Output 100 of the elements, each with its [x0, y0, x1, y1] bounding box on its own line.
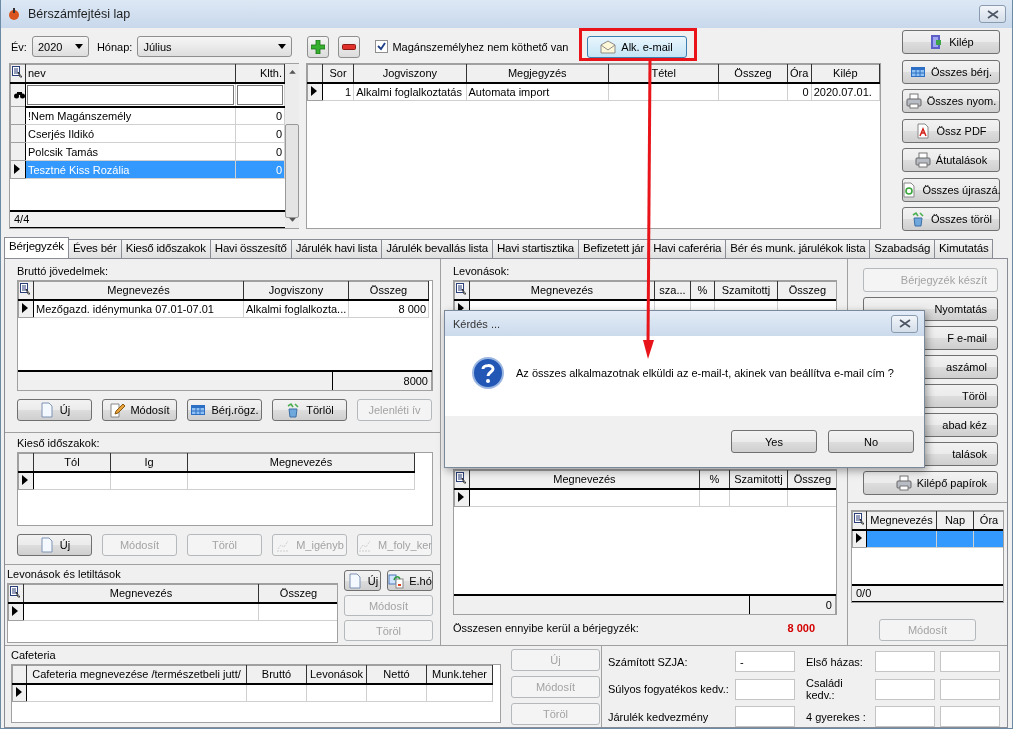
column-header[interactable]: Munk.teher	[426, 665, 493, 684]
column-header[interactable]: Sor	[322, 64, 354, 83]
column-header[interactable]: Megnevezés	[33, 281, 244, 300]
button[interactable]: Összes töröl	[902, 207, 1000, 231]
column-header[interactable]: Kilép	[811, 64, 880, 83]
tab[interactable]: Járulék bevallás lista	[381, 239, 493, 258]
column-header[interactable]: Jogviszony	[243, 281, 349, 300]
input-field[interactable]	[940, 651, 1000, 672]
column-header[interactable]: Szamitottj	[729, 470, 788, 489]
button[interactable]: Bérj.rögz.	[187, 399, 262, 421]
table-cell: Mezőgazd. idénymunka 07.01-07.01	[33, 299, 244, 318]
envelope-icon	[600, 38, 617, 55]
checkbox[interactable]	[375, 40, 389, 53]
input-field[interactable]	[940, 706, 1000, 727]
filter-field[interactable]	[27, 84, 234, 105]
add-button[interactable]	[307, 35, 330, 58]
column-header[interactable]: Nap	[936, 511, 974, 530]
scroll-up-icon[interactable]	[288, 70, 296, 74]
column-header[interactable]: Levonások	[306, 665, 367, 684]
button[interactable]: Yes	[731, 430, 817, 453]
close-button[interactable]	[891, 314, 918, 333]
remove-button[interactable]	[338, 35, 361, 58]
button[interactable]: Új	[17, 534, 92, 556]
button[interactable]: Kilép	[902, 30, 1000, 54]
button-label: Törlöl	[306, 404, 334, 416]
column-header[interactable]: Nettó	[366, 665, 427, 684]
button[interactable]: Összes nyom.	[902, 89, 1000, 113]
table-cell[interactable]: Cserjés Ildikó	[25, 124, 236, 143]
button[interactable]: Új	[344, 570, 381, 591]
button[interactable]: Törlöl	[272, 399, 347, 421]
tab[interactable]: Bér és munk. járulékok lista	[725, 239, 871, 258]
column-header[interactable]: Óra	[973, 511, 1003, 530]
input-field[interactable]	[735, 706, 795, 727]
printer-icon	[914, 152, 931, 168]
column-header[interactable]: %	[699, 470, 730, 489]
column-header[interactable]: Bruttó	[246, 665, 307, 684]
month-dropdown[interactable]: Július	[137, 36, 293, 57]
button[interactable]: Alk. e-mail	[586, 35, 687, 58]
column-header[interactable]: Óra	[787, 64, 812, 83]
close-button[interactable]	[979, 5, 1006, 23]
tab[interactable]: Kieső időszakok	[120, 239, 211, 258]
filter-field[interactable]	[237, 84, 283, 105]
input-field[interactable]	[875, 706, 935, 727]
input-field[interactable]	[875, 678, 935, 700]
column-header[interactable]: Szamitottj	[714, 281, 778, 300]
column-header[interactable]: Megnevezés	[187, 453, 415, 472]
tab[interactable]: Havi caferéria	[648, 239, 727, 258]
grid-settings-icon	[854, 513, 864, 526]
column-header[interactable]: Megnevezés	[469, 281, 655, 300]
year-dropdown[interactable]: 2020	[31, 36, 89, 57]
button[interactable]: Összes bérj.	[902, 59, 1000, 84]
button[interactable]: Módosít	[102, 399, 177, 421]
input-field[interactable]	[940, 678, 1000, 700]
table-cell[interactable]: 0	[235, 124, 285, 143]
button[interactable]: E.hó	[387, 570, 433, 591]
row-marker-icon	[457, 491, 464, 502]
input-field[interactable]: -	[735, 651, 795, 672]
tab[interactable]: Havi összesítő	[209, 239, 292, 258]
button[interactable]: Átutalások	[902, 148, 1000, 172]
input-field[interactable]	[875, 651, 935, 672]
scrollbar[interactable]	[285, 64, 299, 228]
column-header[interactable]: Megjegyzés	[466, 64, 609, 83]
tab[interactable]: Bérjegyzék	[4, 237, 69, 258]
tab[interactable]: Szabadság	[869, 239, 936, 258]
table-cell[interactable]: 0	[235, 142, 285, 161]
button[interactable]: Kilépő papírok	[863, 471, 998, 495]
button[interactable]: No	[828, 430, 914, 453]
button[interactable]: Összes újraszá.	[902, 177, 1000, 202]
column-header[interactable]: Jogviszony	[353, 64, 467, 83]
caret-icon	[74, 44, 83, 49]
column-header[interactable]: Megnevezés	[866, 511, 937, 530]
button-label: Bérj.rögz.	[211, 404, 259, 416]
table-cell[interactable]: Polcsik Tamás	[25, 142, 236, 161]
column-header[interactable]: Összeg	[787, 470, 836, 489]
column-header[interactable]: Megnevezés	[469, 470, 700, 489]
column-header[interactable]: Tól	[33, 453, 111, 472]
column-header[interactable]: Összeg	[718, 64, 788, 83]
column-header[interactable]: sza...	[654, 281, 691, 300]
table-cell[interactable]: !Nem Magánszemély	[25, 106, 236, 125]
tab[interactable]: Havi startisztika	[491, 239, 580, 258]
column-header[interactable]: Cafeteria megnevezése /természetbeli jutt/	[26, 665, 247, 684]
column-header[interactable]: Összeg	[777, 281, 836, 300]
column-header[interactable]: Megnevezés	[23, 584, 259, 603]
section-label: Bruttó jövedelmek:	[17, 265, 110, 279]
button[interactable]: Új	[17, 399, 92, 421]
column-header[interactable]: Összeg	[348, 281, 429, 300]
column-header[interactable]: Klth.	[235, 64, 285, 83]
plus-icon	[311, 39, 326, 54]
tab[interactable]: Járulék havi lista	[290, 239, 383, 258]
tab[interactable]: Befizetett jár	[578, 239, 650, 258]
column-header[interactable]: Tétel	[608, 64, 719, 83]
column-header[interactable]: %	[690, 281, 715, 300]
column-header[interactable]: Összeg	[258, 584, 337, 603]
column-header[interactable]: nev	[25, 64, 236, 83]
tab[interactable]: Éves bér	[67, 239, 122, 258]
table-cell[interactable]: 0	[235, 106, 285, 125]
input-field[interactable]	[735, 678, 795, 700]
tab[interactable]: Kimutatás	[934, 239, 994, 258]
column-header[interactable]: Ig	[110, 453, 188, 472]
button[interactable]: Össz PDF	[902, 118, 1000, 143]
